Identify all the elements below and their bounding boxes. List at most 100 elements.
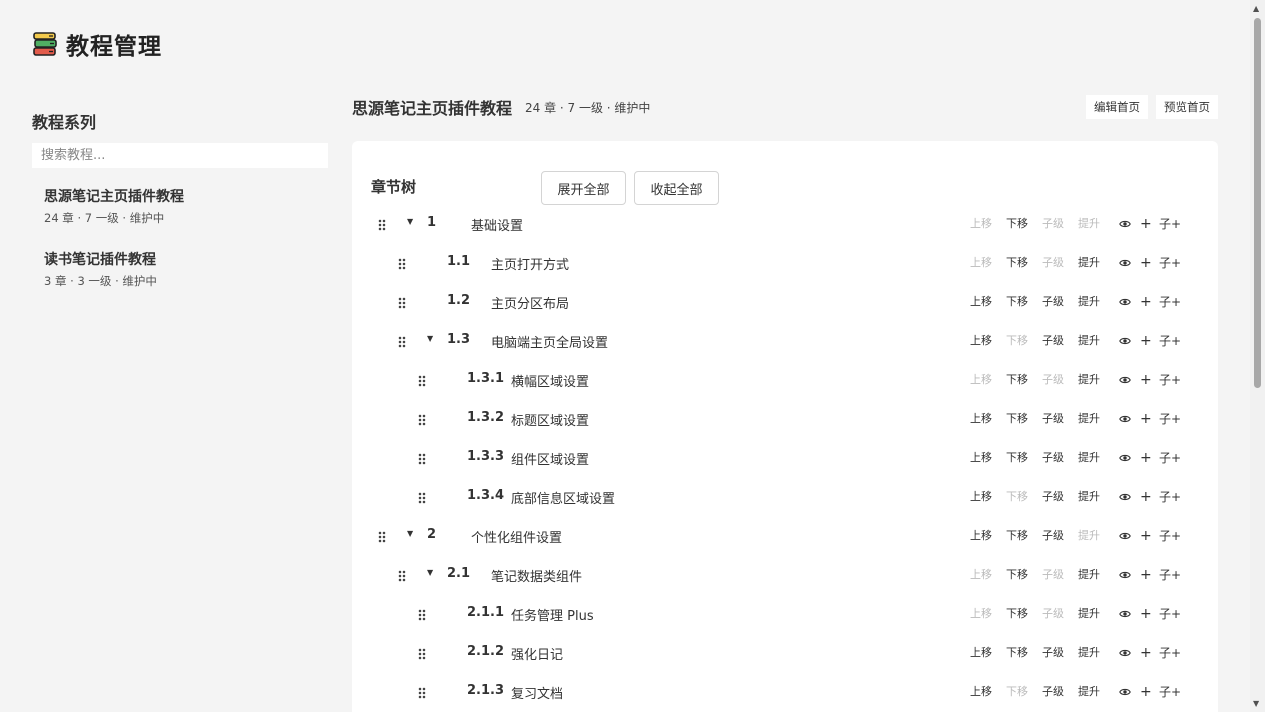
- search-input[interactable]: [32, 143, 328, 168]
- make-child-button[interactable]: 子级: [1042, 528, 1064, 544]
- promote-button[interactable]: 提升: [1078, 450, 1100, 466]
- drag-handle-icon[interactable]: [398, 336, 406, 348]
- move-up-button[interactable]: 上移: [970, 333, 992, 349]
- tree-row[interactable]: 1.3.3 组件区域设置 上移 下移 子级 提升 + 子+: [352, 439, 1218, 478]
- move-up-button[interactable]: 上移: [970, 294, 992, 310]
- drag-handle-icon[interactable]: [418, 648, 426, 660]
- add-child-button[interactable]: 子+: [1159, 450, 1181, 466]
- add-child-button[interactable]: 子+: [1159, 528, 1181, 544]
- tree-row[interactable]: ▼ 2.1 笔记数据类组件 上移 下移 子级 提升 + 子+: [352, 556, 1218, 595]
- move-up-button[interactable]: 上移: [970, 255, 992, 271]
- chapter-title[interactable]: 复习文档: [511, 683, 563, 702]
- eye-icon[interactable]: [1119, 608, 1131, 620]
- make-child-button[interactable]: 子级: [1042, 255, 1064, 271]
- promote-button[interactable]: 提升: [1078, 528, 1100, 544]
- make-child-button[interactable]: 子级: [1042, 684, 1064, 700]
- drag-handle-icon[interactable]: [418, 375, 426, 387]
- make-child-button[interactable]: 子级: [1042, 567, 1064, 583]
- add-child-button[interactable]: 子+: [1159, 255, 1181, 271]
- make-child-button[interactable]: 子级: [1042, 333, 1064, 349]
- chapter-title[interactable]: 个性化组件设置: [471, 527, 562, 546]
- eye-icon[interactable]: [1119, 218, 1131, 230]
- make-child-button[interactable]: 子级: [1042, 372, 1064, 388]
- chapter-title[interactable]: 任务管理 Plus: [511, 605, 594, 624]
- chapter-title[interactable]: 主页分区布局: [491, 293, 569, 312]
- chapter-title[interactable]: 标题区域设置: [511, 410, 589, 429]
- series-item[interactable]: 读书笔记插件教程 3 章 · 3 一级 · 维护中: [32, 249, 328, 312]
- tree-row[interactable]: 1.3.4 底部信息区域设置 上移 下移 子级 提升 + 子+: [352, 478, 1218, 517]
- move-down-button[interactable]: 下移: [1006, 411, 1028, 427]
- move-down-button[interactable]: 下移: [1006, 255, 1028, 271]
- chapter-title[interactable]: 底部信息区域设置: [511, 488, 615, 507]
- chapter-title[interactable]: 主页打开方式: [491, 254, 569, 273]
- move-down-button[interactable]: 下移: [1006, 684, 1028, 700]
- eye-icon[interactable]: [1119, 686, 1131, 698]
- eye-icon[interactable]: [1119, 491, 1131, 503]
- move-up-button[interactable]: 上移: [970, 216, 992, 232]
- add-child-button[interactable]: 子+: [1159, 294, 1181, 310]
- add-child-button[interactable]: 子+: [1159, 333, 1181, 349]
- make-child-button[interactable]: 子级: [1042, 645, 1064, 661]
- move-up-button[interactable]: 上移: [970, 528, 992, 544]
- collapse-all-button[interactable]: 收起全部: [634, 171, 719, 205]
- add-child-button[interactable]: 子+: [1159, 372, 1181, 388]
- add-child-button[interactable]: 子+: [1159, 684, 1181, 700]
- drag-handle-icon[interactable]: [418, 492, 426, 504]
- tree-row[interactable]: ▼ 1 基础设置 上移 下移 子级 提升 + 子+: [352, 205, 1218, 244]
- add-sibling-button[interactable]: +: [1140, 489, 1152, 505]
- add-sibling-button[interactable]: +: [1140, 372, 1152, 388]
- add-child-button[interactable]: 子+: [1159, 411, 1181, 427]
- add-sibling-button[interactable]: +: [1140, 255, 1152, 271]
- tree-row[interactable]: 1.1 主页打开方式 上移 下移 子级 提升 + 子+: [352, 244, 1218, 283]
- drag-handle-icon[interactable]: [378, 219, 386, 231]
- drag-handle-icon[interactable]: [418, 609, 426, 621]
- preview-home-button[interactable]: 预览首页: [1156, 95, 1218, 119]
- scroll-down-icon[interactable]: ▼: [1253, 699, 1259, 708]
- eye-icon[interactable]: [1119, 452, 1131, 464]
- add-child-button[interactable]: 子+: [1159, 216, 1181, 232]
- eye-icon[interactable]: [1119, 647, 1131, 659]
- promote-button[interactable]: 提升: [1078, 684, 1100, 700]
- move-up-button[interactable]: 上移: [970, 489, 992, 505]
- add-sibling-button[interactable]: +: [1140, 567, 1152, 583]
- tree-row[interactable]: ▼ 2 个性化组件设置 上移 下移 子级 提升 + 子+: [352, 517, 1218, 556]
- tree-row[interactable]: 2.1.1 任务管理 Plus 上移 下移 子级 提升 + 子+: [352, 595, 1218, 634]
- drag-handle-icon[interactable]: [418, 414, 426, 426]
- add-child-button[interactable]: 子+: [1159, 645, 1181, 661]
- move-up-button[interactable]: 上移: [970, 684, 992, 700]
- eye-icon[interactable]: [1119, 335, 1131, 347]
- caret-down-icon[interactable]: ▼: [407, 217, 413, 226]
- add-sibling-button[interactable]: +: [1140, 294, 1152, 310]
- move-down-button[interactable]: 下移: [1006, 216, 1028, 232]
- chapter-title[interactable]: 强化日记: [511, 644, 563, 663]
- promote-button[interactable]: 提升: [1078, 216, 1100, 232]
- promote-button[interactable]: 提升: [1078, 489, 1100, 505]
- eye-icon[interactable]: [1119, 413, 1131, 425]
- eye-icon[interactable]: [1119, 569, 1131, 581]
- move-down-button[interactable]: 下移: [1006, 567, 1028, 583]
- scrollbar[interactable]: ▲ ▼: [1250, 0, 1265, 712]
- move-up-button[interactable]: 上移: [970, 606, 992, 622]
- promote-button[interactable]: 提升: [1078, 567, 1100, 583]
- series-item[interactable]: 思源笔记主页插件教程 24 章 · 7 一级 · 维护中: [32, 186, 328, 249]
- edit-home-button[interactable]: 编辑首页: [1086, 95, 1148, 119]
- eye-icon[interactable]: [1119, 296, 1131, 308]
- promote-button[interactable]: 提升: [1078, 645, 1100, 661]
- drag-handle-icon[interactable]: [418, 453, 426, 465]
- add-sibling-button[interactable]: +: [1140, 684, 1152, 700]
- promote-button[interactable]: 提升: [1078, 255, 1100, 271]
- move-down-button[interactable]: 下移: [1006, 645, 1028, 661]
- move-up-button[interactable]: 上移: [970, 645, 992, 661]
- add-sibling-button[interactable]: +: [1140, 411, 1152, 427]
- drag-handle-icon[interactable]: [378, 531, 386, 543]
- drag-handle-icon[interactable]: [398, 258, 406, 270]
- make-child-button[interactable]: 子级: [1042, 450, 1064, 466]
- eye-icon[interactable]: [1119, 374, 1131, 386]
- expand-all-button[interactable]: 展开全部: [541, 171, 626, 205]
- add-sibling-button[interactable]: +: [1140, 528, 1152, 544]
- move-up-button[interactable]: 上移: [970, 372, 992, 388]
- move-down-button[interactable]: 下移: [1006, 528, 1028, 544]
- caret-down-icon[interactable]: ▼: [407, 529, 413, 538]
- promote-button[interactable]: 提升: [1078, 294, 1100, 310]
- promote-button[interactable]: 提升: [1078, 333, 1100, 349]
